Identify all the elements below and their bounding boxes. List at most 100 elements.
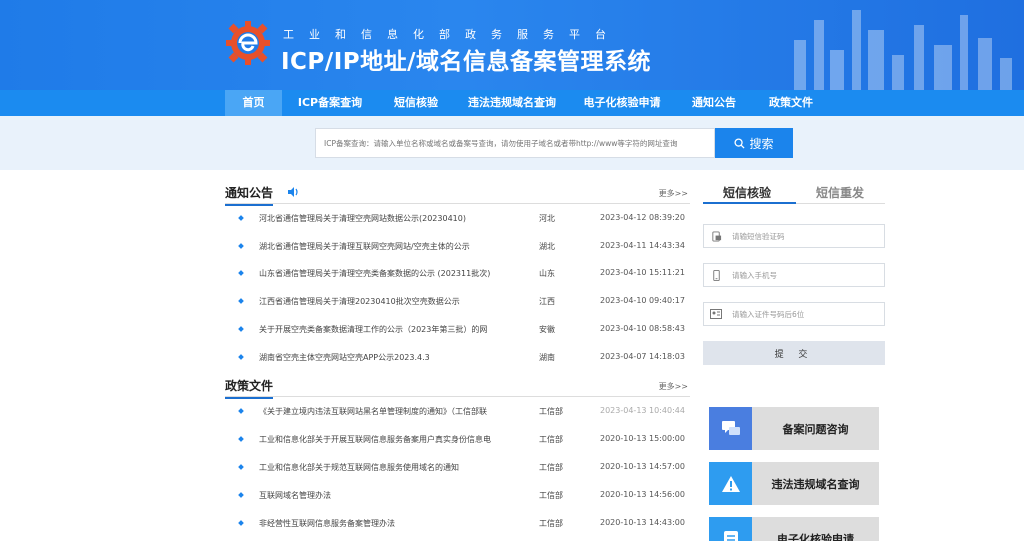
notice-title[interactable]: 河北省通信管理局关于清理空壳网站数据公示(20230410) (259, 213, 529, 224)
nav-item-e-verify-apply[interactable]: 电子化核验申请 (570, 90, 674, 116)
bullet-icon (238, 492, 244, 498)
nav-item-home[interactable]: 首页 (225, 90, 282, 116)
policy-source: 工信部 (539, 407, 563, 416)
icp-search-input[interactable] (315, 128, 715, 158)
quick-link-illegal-domain[interactable]: 违法违规域名查询 (709, 462, 879, 505)
policy-source: 工信部 (539, 463, 563, 472)
policy-date: 2020-10-13 14:57:00 (600, 462, 685, 471)
tab-sms-resend[interactable]: 短信重发 (816, 184, 864, 201)
submit-button[interactable]: 提 交 (703, 341, 885, 365)
notice-row[interactable]: 山东省通信管理局关于清理空壳类备案数据的公示 (202311批次) 山东 202… (225, 259, 690, 287)
bullet-icon (238, 354, 244, 360)
quick-link-consult[interactable]: 备案问题咨询 (709, 407, 879, 450)
document-icon (709, 517, 752, 541)
notices-title: 通知公告 (225, 184, 274, 206)
bullet-icon (238, 464, 244, 470)
bullet-icon (238, 436, 244, 442)
phone-icon (704, 264, 728, 286)
policy-title[interactable]: 工业和信息化部关于开展互联网信息服务备案用户真实身份信息电 (259, 434, 529, 445)
bullet-icon (238, 408, 244, 414)
notice-row[interactable]: 江西省通信管理局关于清理20230410批次空壳数据公示 江西 2023-04-… (225, 287, 690, 315)
active-tab-indicator (703, 202, 796, 204)
notice-date: 2023-04-10 09:40:17 (600, 296, 685, 305)
search-icon (734, 137, 746, 149)
notice-title[interactable]: 江西省通信管理局关于清理20230410批次空壳数据公示 (259, 296, 529, 307)
tab-sms-verify[interactable]: 短信核验 (723, 184, 771, 201)
policy-date: 2023-04-13 10:40:44 (600, 406, 685, 415)
notice-region: 湖北 (539, 242, 555, 251)
quick-link-label: 违法违规域名查询 (771, 477, 860, 491)
policy-title[interactable]: 非经营性互联网信息服务备案管理办法 (259, 518, 529, 529)
header-banner: 工业和信息化部政务服务平台 ICP/IP地址/域名信息备案管理系统 (0, 0, 1024, 90)
main-nav: 首页 ICP备案查询 短信核验 违法违规域名查询 电子化核验申请 通知公告 政策… (0, 90, 1024, 116)
policies-more-link[interactable]: 更多>> (659, 381, 688, 392)
phone-field[interactable]: 请输入手机号 (703, 263, 885, 287)
quick-link-label: 备案问题咨询 (782, 422, 849, 436)
notice-region: 湖南 (539, 353, 555, 362)
sms-tabs: 短信核验 短信重发 (703, 180, 885, 204)
notice-row[interactable]: 湖南省空壳主体空壳网站空壳APP公示2023.4.3 湖南 2023-04-07… (225, 343, 690, 371)
notice-region: 安徽 (539, 325, 555, 334)
notice-row[interactable]: 关于开展空壳类备案数据清理工作的公示（2023年第三批）的网 安徽 2023-0… (225, 315, 690, 343)
bullet-icon (238, 326, 244, 332)
quick-link-e-verify[interactable]: 电子化核验申请 (709, 517, 879, 541)
id-number-placeholder: 请输入证件号码后6位 (732, 309, 805, 319)
platform-subtitle: 工业和信息化部政务服务平台 (283, 28, 621, 41)
policy-source: 工信部 (539, 491, 563, 500)
policy-source: 工信部 (539, 435, 563, 444)
nav-item-illegal-domain-query[interactable]: 违法违规域名查询 (454, 90, 570, 116)
notices-more-link[interactable]: 更多>> (659, 188, 688, 199)
policies-title: 政策文件 (225, 377, 274, 399)
nav-item-policies[interactable]: 政策文件 (754, 90, 828, 116)
notice-region: 江西 (539, 297, 555, 306)
nav-item-notices[interactable]: 通知公告 (674, 90, 754, 116)
search-button-label: 搜索 (749, 136, 774, 151)
speaker-icon (288, 187, 298, 197)
policy-row[interactable]: 非经营性互联网信息服务备案管理办法 工信部 2020-10-13 14:43:0… (225, 509, 690, 537)
bullet-icon (238, 298, 244, 304)
notice-title[interactable]: 湖北省通信管理局关于清理互联网空壳网站/空壳主体的公示 (259, 241, 529, 252)
notice-row[interactable]: 河北省通信管理局关于清理空壳网站数据公示(20230410) 河北 2023-0… (225, 204, 690, 232)
policy-date: 2020-10-13 14:56:00 (600, 490, 685, 499)
notice-date: 2023-04-10 15:11:21 (600, 268, 685, 277)
bullet-icon (238, 243, 244, 249)
policy-row[interactable]: 《关于建立境内违法互联网站黑名单管理制度的通知》（工信部联 工信部 2023-0… (225, 397, 690, 425)
bullet-icon (238, 270, 244, 276)
sms-code-placeholder: 请输短信验证码 (732, 231, 785, 241)
policy-date: 2020-10-13 14:43:00 (600, 518, 685, 527)
notice-row[interactable]: 湖北省通信管理局关于清理互联网空壳网站/空壳主体的公示 湖北 2023-04-1… (225, 232, 690, 260)
policy-row[interactable]: 工业和信息化部关于开展互联网信息服务备案用户真实身份信息电 工信部 2020-1… (225, 425, 690, 453)
notice-region: 河北 (539, 214, 555, 223)
search-band: 搜索 (0, 116, 1024, 170)
policy-title[interactable]: 互联网域名管理办法 (259, 490, 529, 501)
message-icon (704, 225, 728, 247)
notice-date: 2023-04-07 14:18:03 (600, 352, 685, 361)
policy-title[interactable]: 《关于建立境内违法互联网站黑名单管理制度的通知》（工信部联 (259, 406, 529, 417)
policy-row[interactable]: 互联网域名管理办法 工信部 2020-10-13 14:56:00 (225, 481, 690, 509)
notice-date: 2023-04-12 08:39:20 (600, 213, 685, 222)
chat-icon (709, 407, 752, 450)
notice-title[interactable]: 山东省通信管理局关于清理空壳类备案数据的公示 (202311批次) (259, 268, 529, 279)
bullet-icon (238, 215, 244, 221)
city-skyline-decoration (794, 10, 1012, 90)
notice-title[interactable]: 关于开展空壳类备案数据清理工作的公示（2023年第三批）的网 (259, 324, 529, 335)
policy-date: 2020-10-13 15:00:00 (600, 434, 685, 443)
sms-code-field[interactable]: 请输短信验证码 (703, 224, 885, 248)
miit-logo-icon (226, 21, 270, 65)
bullet-icon (238, 520, 244, 526)
notices-header: 通知公告 更多>> (225, 184, 690, 206)
notice-region: 山东 (539, 269, 555, 278)
notice-date: 2023-04-11 14:43:34 (600, 241, 685, 250)
nav-item-sms-verify[interactable]: 短信核验 (378, 90, 454, 116)
id-card-icon (704, 303, 728, 325)
policy-title[interactable]: 工业和信息化部关于规范互联网信息服务使用域名的通知 (259, 462, 529, 473)
phone-placeholder: 请输入手机号 (732, 270, 777, 280)
id-number-field[interactable]: 请输入证件号码后6位 (703, 302, 885, 326)
quick-link-label: 电子化核验申请 (777, 532, 854, 541)
notice-title[interactable]: 湖南省空壳主体空壳网站空壳APP公示2023.4.3 (259, 352, 529, 363)
nav-item-icp-query[interactable]: ICP备案查询 (282, 90, 378, 116)
page-title: ICP/IP地址/域名信息备案管理系统 (281, 49, 652, 75)
warning-icon (709, 462, 752, 505)
policy-row[interactable]: 工业和信息化部关于规范互联网信息服务使用域名的通知 工信部 2020-10-13… (225, 453, 690, 481)
search-button[interactable]: 搜索 (715, 128, 793, 158)
